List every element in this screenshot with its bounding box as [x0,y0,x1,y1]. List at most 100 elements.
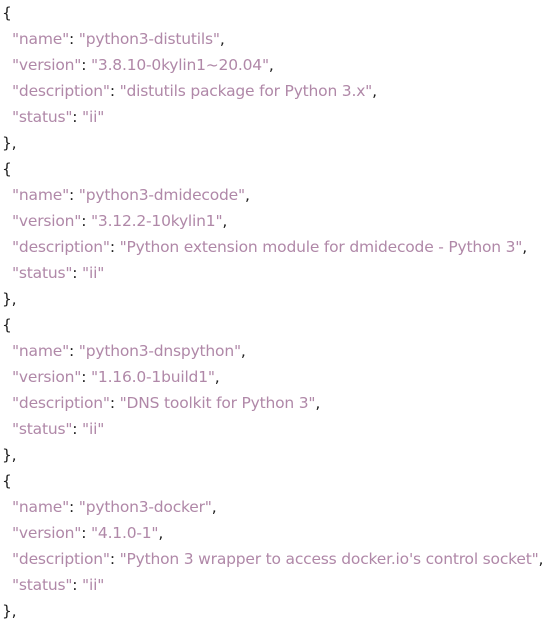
quote: " [207,368,215,386]
colon: : [72,108,83,126]
comma: , [315,394,321,412]
json-key: "version" [12,56,82,74]
json-value-status: ii [88,108,98,126]
json-value-description: distutils package for Python 3.x [126,82,366,100]
comma: , [219,30,225,48]
json-key: "name" [12,186,70,204]
close-brace: }, [2,290,17,308]
colon: : [109,82,120,100]
colon: : [69,186,79,204]
quote: " [78,498,86,516]
colon: : [81,524,91,542]
json-field-name: "name": "python3-dnspython", [2,338,555,364]
colon: : [72,264,83,282]
comma: , [222,212,228,230]
json-field-name: "name": "python3-docker", [2,494,555,520]
quote: " [233,342,241,360]
json-key: "name" [12,498,70,516]
json-field-status: "status": "ii" [2,104,555,130]
quote: " [97,576,105,594]
comma: , [538,550,544,568]
open-brace: { [2,4,12,22]
colon: : [109,238,120,256]
comma: , [214,368,220,386]
json-key: "version" [12,212,82,230]
comma: , [240,342,246,360]
json-value-version: 4.1.0-1 [97,524,152,542]
json-field-name: "name": "python3-dmidecode", [2,182,555,208]
colon: : [81,56,91,74]
json-value-status: ii [88,576,98,594]
json-value-name: python3-dmidecode [85,186,238,204]
quote: " [119,82,127,100]
json-code-view: {"name": "python3-distutils", "version": … [0,0,555,631]
comma: , [158,524,164,542]
json-key: "status" [12,576,73,594]
colon: : [81,212,91,230]
json-field-version: "version": "4.1.0-1", [2,520,555,546]
colon: : [109,550,120,568]
quote: " [212,30,220,48]
quote: " [204,498,212,516]
comma: , [268,56,274,74]
json-field-status: "status": "ii" [2,416,555,442]
json-key: "version" [12,368,82,386]
json-field-description: "description": "DNS toolkit for Python 3… [2,390,555,416]
json-key: "name" [12,30,70,48]
quote: " [78,342,86,360]
colon: : [81,368,91,386]
quote: " [119,394,127,412]
colon: : [72,576,83,594]
colon: : [69,30,79,48]
quote: " [90,524,98,542]
json-field-version: "version": "3.12.2-10kylin1", [2,208,555,234]
quote: " [78,186,86,204]
json-value-name: python3-docker [85,498,205,516]
quote: " [82,420,89,438]
json-key: "status" [12,264,73,282]
colon: : [109,394,120,412]
json-key: "status" [12,420,73,438]
quote: " [90,368,98,386]
json-field-name: "name": "python3-distutils", [2,26,555,52]
json-value-description: Python 3 wrapper to access docker.io's c… [126,550,532,568]
close-brace: }, [2,134,17,152]
json-key: "status" [12,108,73,126]
colon: : [72,420,83,438]
colon: : [69,342,79,360]
json-value-status: ii [88,420,98,438]
json-field-status: "status": "ii" [2,260,555,286]
quote: " [78,30,86,48]
json-field-version: "version": "1.16.0-1build1", [2,364,555,390]
quote: " [119,238,127,256]
json-field-description: "description": "Python 3 wrapper to acce… [2,546,555,572]
json-field-description: "description": "distutils package for Py… [2,78,555,104]
json-value-name: python3-distutils [85,30,213,48]
open-brace: { [2,472,12,490]
close-brace: }, [2,602,17,620]
open-brace: { [2,316,12,334]
json-value-version: 3.12.2-10kylin1 [97,212,216,230]
json-key: "name" [12,342,70,360]
close-brace: }, [2,446,17,464]
json-field-status: "status": "ii" [2,572,555,598]
quote: " [97,264,105,282]
json-key: "version" [12,524,82,542]
json-field-version: "version": "3.8.10-0kylin1~20.04", [2,52,555,78]
json-key: "description" [12,550,110,568]
json-value-status: ii [88,264,98,282]
json-value-description: Python extension module for dmidecode - … [126,238,516,256]
quote: " [82,108,89,126]
quote: " [97,420,105,438]
quote: " [82,264,89,282]
comma: , [372,82,377,100]
quote: " [261,56,269,74]
json-field-description: "description": "Python extension module … [2,234,555,260]
quote: " [97,108,105,126]
json-value-description: DNS toolkit for Python 3 [126,394,309,412]
json-key: "description" [12,238,110,256]
colon: : [69,498,79,516]
quote: " [238,186,245,204]
comma: , [211,498,217,516]
quote: " [119,550,127,568]
